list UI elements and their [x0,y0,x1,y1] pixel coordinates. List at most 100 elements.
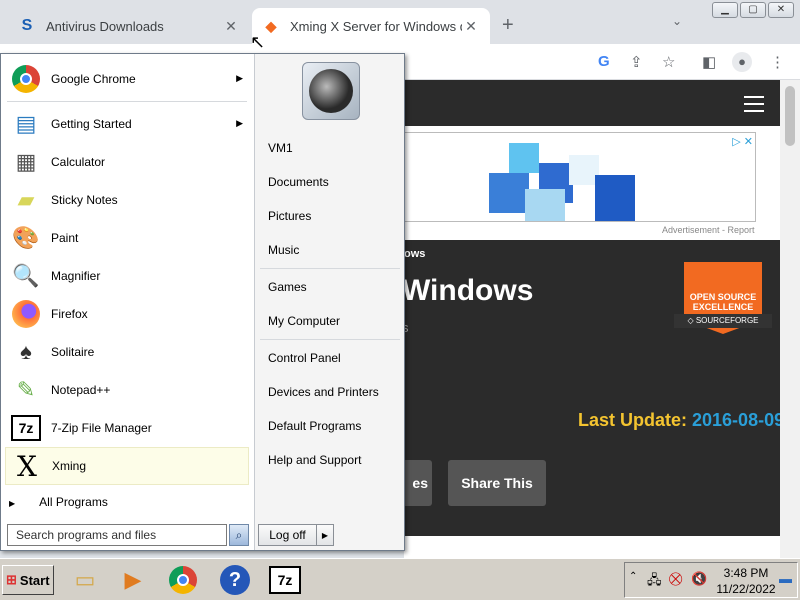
xming-x-icon: X [17,449,37,483]
clock-time: 3:48 PM [723,566,769,580]
last-update: Last Update: 2016-08-09 [578,410,785,430]
start-item-google-chrome[interactable]: Google Chrome ▶ [5,60,249,98]
chrome-icon [9,62,43,96]
tab-xming[interactable]: ◆ Xming X Server for Windows dov ✕ [252,8,490,44]
all-programs-button[interactable]: ▶ All Programs [9,495,108,509]
start-link-control-panel[interactable]: Control Panel [268,351,341,365]
item-label: Google Chrome [51,72,136,86]
7zip-icon: 7z [9,411,43,445]
site-nav-bar [404,80,780,126]
item-label: Paint [51,231,79,245]
sticky-notes-icon: ▰ [17,187,35,212]
submenu-arrow-icon[interactable]: ▶ [236,118,243,129]
ad-choices-icon[interactable]: ▷ ✕ [732,135,753,148]
mouse-cursor-icon: ↖ [250,32,266,52]
share-this-button[interactable]: Share This [448,460,546,506]
item-label: Magnifier [51,269,101,283]
start-item-notepad-plus-plus[interactable]: ✎ Notepad++ [5,371,249,409]
network-icon[interactable]: 🖧 [647,571,662,593]
start-link-music[interactable]: Music [268,243,299,257]
all-programs-arrow-icon: ▶ [9,499,16,508]
start-search-input[interactable]: Search programs and files [7,524,227,546]
start-item-magnifier[interactable]: 🔍 Magnifier [5,257,249,295]
start-item-getting-started[interactable]: ▤ Getting Started ▶ [5,105,249,143]
clock-date: 11/22/2022 [716,582,776,596]
advertisement-label[interactable]: Advertisement - Report [662,225,755,235]
getting-started-icon: ▤ [15,111,37,136]
close-tab-icon[interactable]: ✕ [222,18,240,35]
start-menu-places-pane: VM1 Documents Pictures Music Games My Co… [256,54,404,550]
page-scrollbar[interactable] [780,80,800,558]
calculator-icon: ▦ [15,149,37,174]
solitaire-cards-icon: ♠ [20,339,32,364]
submenu-arrow-icon[interactable]: ▶ [236,73,243,84]
security-alert-icon[interactable]: ⛒ [669,571,682,587]
log-off-button[interactable]: Log off ▶ [258,524,334,546]
last-update-value: 2016-08-09 [692,410,785,430]
help-icon[interactable]: ? [218,563,252,597]
file-explorer-icon[interactable]: ▭ [68,563,102,597]
start-button[interactable]: ⊞ Start [2,565,54,595]
tab-title: Antivirus Downloads [46,18,164,34]
advertisement-banner[interactable]: ▷ ✕ [404,132,756,222]
profile-avatar-icon[interactable]: ● [732,52,752,72]
item-label: Xming [52,459,87,473]
start-link-games[interactable]: Games [268,280,307,294]
show-desktop-icon[interactable]: ▬ [779,571,792,586]
google-icon[interactable]: G [598,53,610,70]
start-item-sticky-notes[interactable]: ▰ Sticky Notes [5,181,249,219]
window-controls: ▁ ▢ ✕ [712,2,794,18]
item-label: Getting Started [51,117,132,131]
media-player-icon[interactable]: ▶ [116,563,150,597]
7zip-taskbar-icon[interactable]: 7z [268,563,302,597]
user-picture[interactable] [302,62,360,120]
start-link-user[interactable]: VM1 [268,141,293,155]
start-link-documents[interactable]: Documents [268,175,329,189]
start-link-default-programs[interactable]: Default Programs [268,419,361,433]
minimize-button[interactable]: ▁ [712,2,738,18]
start-search: Search programs and files ⌕ [7,524,249,546]
start-item-xming[interactable]: X Xming [5,447,249,485]
start-link-computer[interactable]: My Computer [268,314,340,328]
start-link-help-support[interactable]: Help and Support [268,453,361,467]
tab-search-chevron-icon[interactable]: ⌄ [672,14,682,28]
web-page: ▷ ✕ Advertisement - Report ows Windows s… [402,80,800,558]
start-item-7zip[interactable]: 7z 7-Zip File Manager [5,409,249,447]
chrome-taskbar-icon[interactable] [166,563,200,597]
start-item-paint[interactable]: 🎨 Paint [5,219,249,257]
start-item-solitaire[interactable]: ♠ Solitaire [5,333,249,371]
start-item-firefox[interactable]: Firefox [5,295,249,333]
close-window-button[interactable]: ✕ [768,2,794,18]
search-icon[interactable]: ⌕ [229,524,249,546]
item-label: Firefox [51,307,88,321]
open-source-excellence-badge: OPEN SOURCE EXCELLENCE ◇ SOURCEFORGE [674,262,772,346]
new-tab-button[interactable]: + [502,14,514,37]
paint-palette-icon: 🎨 [12,225,40,250]
start-link-devices-printers[interactable]: Devices and Printers [268,385,379,399]
close-tab-icon[interactable]: ✕ [462,18,480,35]
hamburger-menu-icon[interactable] [744,96,764,112]
breadcrumb[interactable]: ows [404,248,425,260]
share-icon[interactable]: ⇪ [630,53,643,71]
start-link-pictures[interactable]: Pictures [268,209,311,223]
start-menu-programs-pane: Google Chrome ▶ ▤ Getting Started ▶ ▦ Ca… [1,54,255,550]
show-hidden-icons-icon[interactable]: ⌃ [629,571,637,582]
tab-antivirus-downloads[interactable]: S Antivirus Downloads ✕ [8,8,250,44]
bookmark-star-icon[interactable]: ☆ [662,53,675,71]
side-panel-icon[interactable]: ◧ [702,53,716,71]
start-item-calculator[interactable]: ▦ Calculator [5,143,249,181]
system-clock[interactable]: 3:48 PM 11/22/2022 [715,565,777,597]
browser-menu-icon[interactable]: ⋮ [770,53,785,71]
item-label: Solitaire [51,345,95,359]
shutdown-options-arrow-icon[interactable]: ▶ [317,531,333,540]
notepad-plus-plus-icon: ✎ [16,377,36,402]
maximize-button[interactable]: ▢ [740,2,766,18]
item-label: Notepad++ [51,383,111,397]
volume-muted-icon[interactable]: 🔇 [691,571,707,587]
system-tray: ⌃ 🖧 ⛒ 🔇 3:48 PM 11/22/2022 ▬ [624,562,798,598]
browser-tabbar: S Antivirus Downloads ✕ ◆ Xming X Server… [0,0,800,44]
features-button[interactable]: es [402,460,432,506]
project-header: ows Windows s OPEN SOURCE EXCELLENCE ◇ SO… [402,240,784,536]
item-label: Calculator [51,155,106,169]
magnifier-icon: 🔍 [12,263,40,288]
